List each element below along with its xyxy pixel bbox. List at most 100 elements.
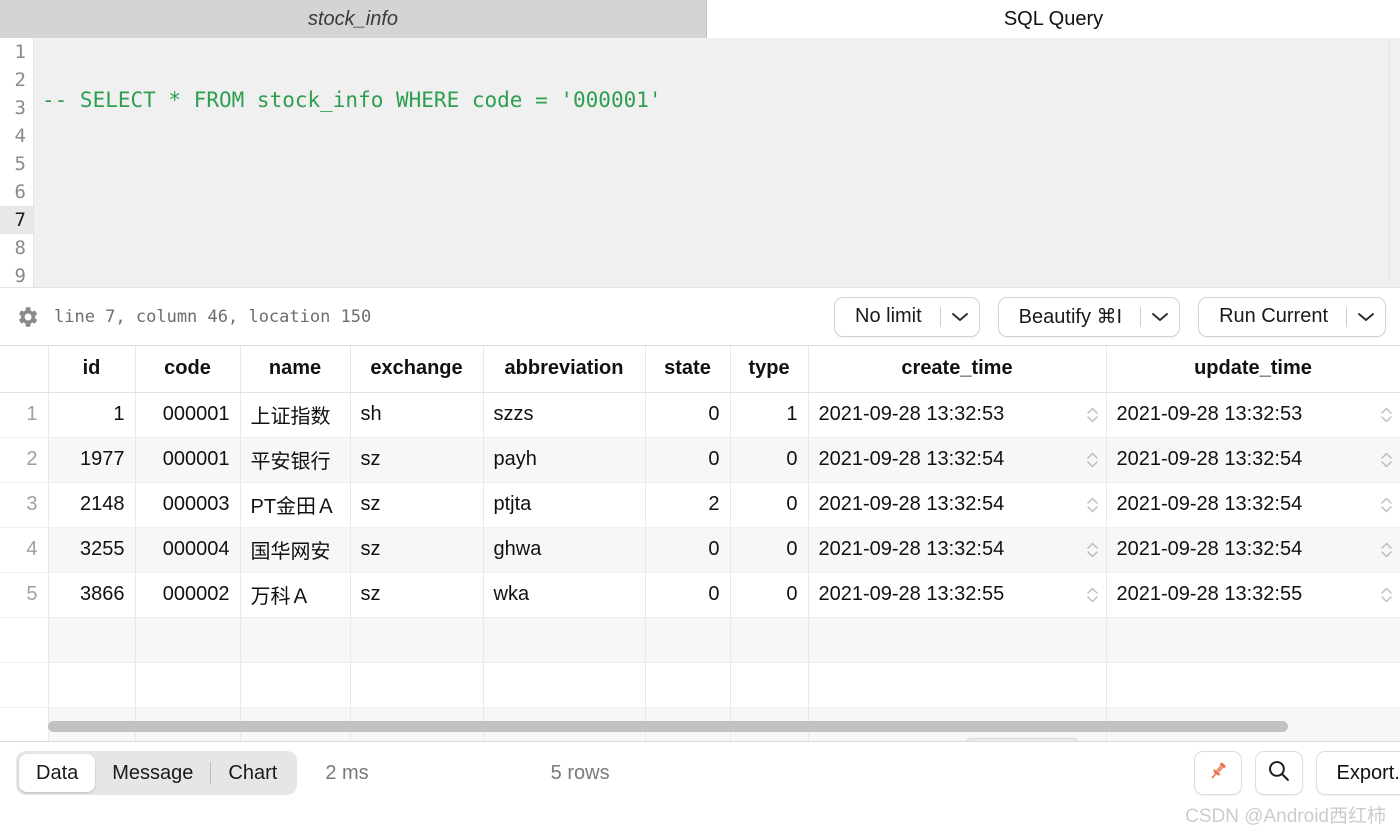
result-table: id code name exchange abbreviation state… — [0, 346, 1400, 741]
cell-type[interactable]: 0 — [730, 437, 809, 483]
cell-exchange[interactable]: sz — [350, 527, 484, 573]
stepper-icon[interactable] — [1380, 496, 1393, 514]
cell-type[interactable]: 0 — [730, 527, 809, 573]
grid-horizontal-scrollbar[interactable] — [48, 721, 1400, 735]
export-button[interactable]: Export... — [1315, 751, 1400, 795]
cell-create-time-value: 2021-09-28 13:32:53 — [818, 403, 1005, 425]
cell-state[interactable]: 2 — [645, 482, 731, 528]
cell-exchange[interactable]: sz — [350, 572, 484, 618]
cell-update-time[interactable]: 2021-09-28 13:32:53 — [1106, 392, 1400, 438]
cell-name[interactable]: 万科Ａ — [240, 572, 351, 618]
tab-message[interactable]: Message — [95, 754, 210, 792]
cell-name[interactable]: PT金田Ａ — [240, 482, 351, 528]
editor-vertical-scrollbar[interactable] — [1389, 40, 1398, 280]
cell-create-time[interactable]: 2021-09-28 13:32:54 — [808, 482, 1107, 528]
cell-type[interactable]: 1 — [730, 392, 809, 438]
column-header-code[interactable]: code — [135, 346, 241, 393]
stepper-icon[interactable] — [1086, 541, 1099, 559]
cell-name[interactable]: 上证指数 — [240, 392, 351, 438]
cell-code[interactable]: 000001 — [135, 437, 241, 483]
row-number — [0, 662, 49, 708]
limit-split-button[interactable]: No limit — [834, 296, 980, 337]
stepper-icon[interactable] — [1086, 586, 1099, 604]
cell-type[interactable]: 0 — [730, 482, 809, 528]
table-row[interactable]: 1 1 000001 上证指数 sh szzs 0 1 2021-09-28 1… — [0, 392, 1400, 438]
stepper-icon[interactable] — [1380, 451, 1393, 469]
empty-cell — [240, 662, 351, 708]
line-number: 5 — [14, 153, 26, 175]
cell-abbreviation[interactable]: wka — [483, 572, 646, 618]
stepper-icon[interactable] — [1086, 496, 1099, 514]
sql-editor[interactable]: 1 2 3 4 5 6 7 8 9 -- SELECT * FROM stock… — [0, 38, 1400, 288]
cell-id[interactable]: 1977 — [48, 437, 136, 483]
sql-code-area[interactable]: -- SELECT * FROM stock_info WHERE code =… — [34, 38, 1400, 287]
beautify-split-button[interactable]: Beautify ⌘I — [997, 296, 1181, 337]
table-row[interactable]: 4 3255 000004 国华网安 sz ghwa 0 0 2021-09-2… — [0, 527, 1400, 573]
cell-exchange[interactable]: sz — [350, 437, 484, 483]
stepper-icon[interactable] — [1086, 406, 1099, 424]
column-header-type[interactable]: type — [730, 346, 809, 393]
cell-update-time[interactable]: 2021-09-28 13:32:54 — [1106, 482, 1400, 528]
cell-code[interactable]: 000001 — [135, 392, 241, 438]
cell-update-time[interactable]: 2021-09-28 13:32:54 — [1106, 437, 1400, 483]
cell-name[interactable]: 国华网安 — [240, 527, 351, 573]
tab-stock-info[interactable]: stock_info — [0, 0, 707, 38]
column-header-state[interactable]: state — [645, 346, 731, 393]
cell-state[interactable]: 0 — [645, 527, 731, 573]
tab-chart[interactable]: Chart — [211, 754, 294, 792]
cell-exchange[interactable]: sz — [350, 482, 484, 528]
column-header-abbreviation[interactable]: abbreviation — [483, 346, 646, 393]
cell-code[interactable]: 000002 — [135, 572, 241, 618]
export-button-label: Export... — [1336, 761, 1400, 784]
chevron-down-icon[interactable] — [1347, 311, 1385, 323]
cell-id[interactable]: 3255 — [48, 527, 136, 573]
chevron-down-icon[interactable] — [941, 311, 979, 323]
table-row[interactable]: 2 1977 000001 平安银行 sz payh 0 0 2021-09-2… — [0, 437, 1400, 483]
line-number: 1 — [14, 41, 26, 63]
cell-code[interactable]: 000003 — [135, 482, 241, 528]
cell-type[interactable]: 0 — [730, 572, 809, 618]
stepper-icon[interactable] — [1380, 586, 1393, 604]
cell-abbreviation[interactable]: ptjta — [483, 482, 646, 528]
column-header-name[interactable]: name — [240, 346, 351, 393]
tab-sql-query[interactable]: SQL Query — [707, 0, 1400, 38]
cell-state[interactable]: 0 — [645, 392, 731, 438]
cell-name[interactable]: 平安银行 — [240, 437, 351, 483]
cell-create-time[interactable]: 2021-09-28 13:32:55 — [808, 572, 1107, 618]
empty-cell — [808, 662, 1107, 708]
pin-button[interactable] — [1193, 751, 1242, 795]
chevron-down-icon[interactable] — [1141, 311, 1179, 323]
cell-create-time[interactable]: 2021-09-28 13:32:53 — [808, 392, 1107, 438]
tab-data[interactable]: Data — [19, 754, 96, 792]
result-grid[interactable]: id code name exchange abbreviation state… — [0, 346, 1400, 742]
cell-state[interactable]: 0 — [645, 572, 731, 618]
table-row[interactable]: 5 3866 000002 万科Ａ sz wka 0 0 2021-09-28 … — [0, 572, 1400, 618]
search-button[interactable] — [1254, 751, 1303, 795]
stepper-icon[interactable] — [1380, 406, 1393, 424]
cell-abbreviation[interactable]: ghwa — [483, 527, 646, 573]
stepper-icon[interactable] — [1380, 541, 1393, 559]
cell-update-time[interactable]: 2021-09-28 13:32:54 — [1106, 527, 1400, 573]
run-current-split-button[interactable]: Run Current — [1198, 296, 1386, 337]
cell-exchange[interactable]: sh — [350, 392, 484, 438]
table-row[interactable]: 3 2148 000003 PT金田Ａ sz ptjta 2 0 2021-09… — [0, 482, 1400, 528]
cell-code[interactable]: 000004 — [135, 527, 241, 573]
empty-cell — [483, 662, 646, 708]
cell-abbreviation[interactable]: payh — [483, 437, 646, 483]
column-header-id[interactable]: id — [48, 346, 136, 393]
column-header-exchange[interactable]: exchange — [350, 346, 484, 393]
gear-icon[interactable] — [14, 304, 40, 330]
cell-abbreviation[interactable]: szzs — [483, 392, 646, 438]
column-header-create-time[interactable]: create_time — [808, 346, 1107, 393]
scrollbar-thumb[interactable] — [48, 721, 1288, 732]
cell-create-time[interactable]: 2021-09-28 13:32:54 — [808, 437, 1107, 483]
cell-id[interactable]: 3866 — [48, 572, 136, 618]
cell-state[interactable]: 0 — [645, 437, 731, 483]
column-header-update-time[interactable]: update_time — [1106, 346, 1400, 393]
cell-id[interactable]: 1 — [48, 392, 136, 438]
cell-id[interactable]: 2148 — [48, 482, 136, 528]
stepper-icon[interactable] — [1086, 451, 1099, 469]
cell-update-time[interactable]: 2021-09-28 13:32:55 — [1106, 572, 1400, 618]
empty-row — [0, 617, 1400, 663]
cell-create-time[interactable]: 2021-09-28 13:32:54 — [808, 527, 1107, 573]
